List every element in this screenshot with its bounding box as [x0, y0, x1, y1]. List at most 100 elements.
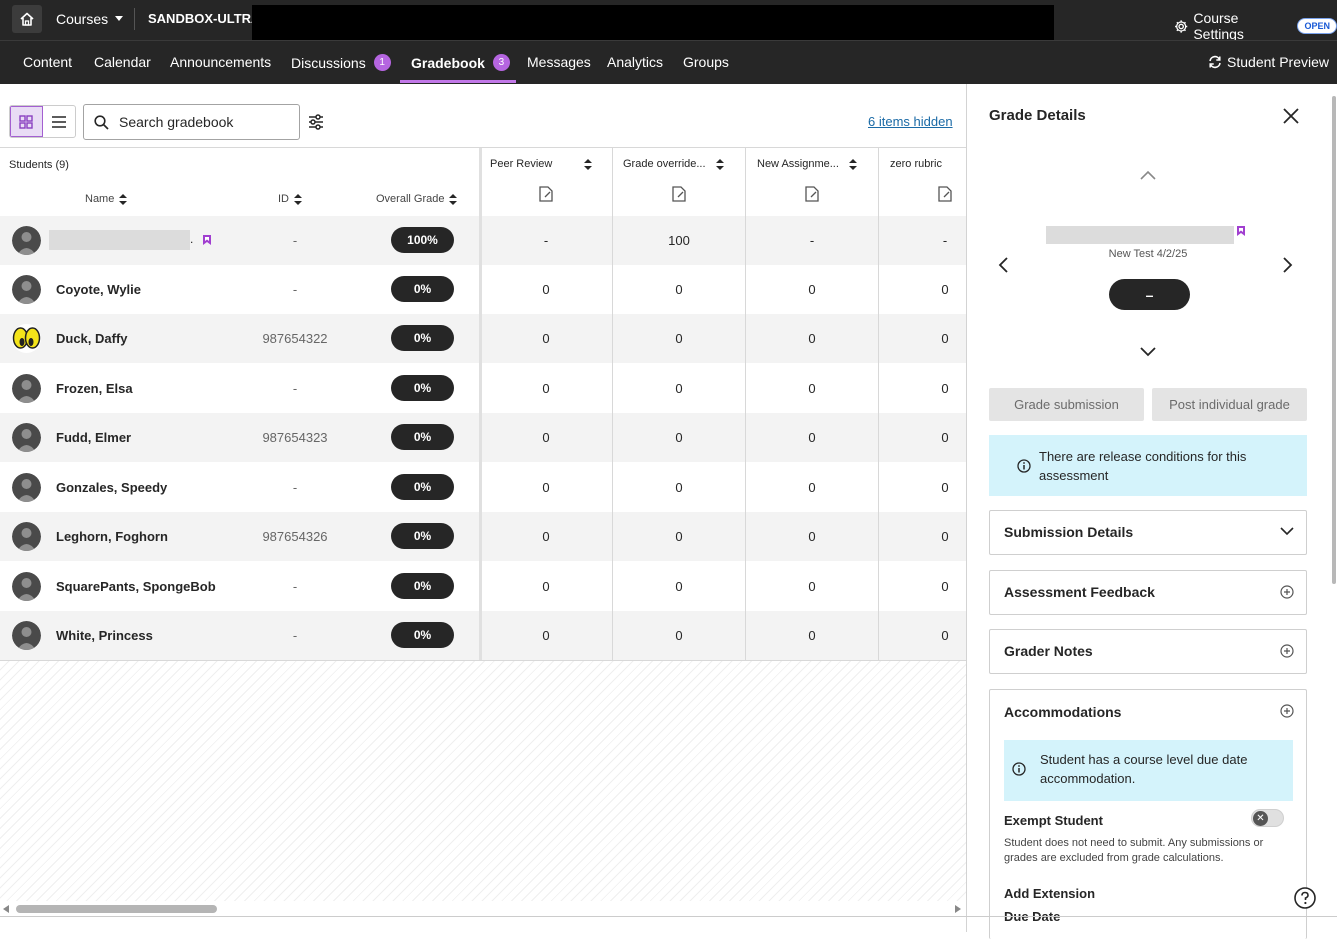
grade-cell[interactable]: 0 [480, 628, 612, 643]
tab-announcements[interactable]: Announcements [170, 54, 271, 70]
grid-view-button[interactable] [10, 106, 43, 137]
grade-value-pill[interactable]: – [1109, 279, 1190, 310]
grid-divider [0, 147, 966, 148]
search-input[interactable]: Search gradebook [83, 104, 300, 140]
table-row[interactable]: White, Princess - 0% 0 0 0 0 [0, 611, 966, 660]
table-row[interactable]: SquarePants, SpongeBob - 0% 0 0 0 0 [0, 562, 966, 611]
chevron-down-icon[interactable] [1140, 347, 1156, 357]
list-view-button[interactable] [43, 106, 75, 137]
student-name[interactable]: Leghorn, Foghorn [56, 529, 168, 544]
column-grade-override[interactable]: Grade override... [623, 158, 724, 170]
home-button[interactable] [12, 5, 42, 33]
grade-cell[interactable]: 100 [613, 233, 745, 248]
grade-cell[interactable]: 0 [480, 480, 612, 495]
post-individual-grade-button[interactable]: Post individual grade [1152, 388, 1307, 421]
student-preview-button[interactable]: Student Preview [1208, 54, 1329, 70]
table-row[interactable]: Frozen, Elsa - 0% 0 0 0 0 [0, 364, 966, 413]
tab-calendar[interactable]: Calendar [94, 54, 151, 70]
grade-cell[interactable]: 0 [613, 529, 745, 544]
student-name[interactable]: Fudd, Elmer [56, 430, 131, 445]
grade-cell[interactable]: 0 [480, 430, 612, 445]
grade-submission-button[interactable]: Grade submission [989, 388, 1144, 421]
chevron-left-icon[interactable] [998, 257, 1008, 273]
course-settings-button[interactable]: Course Settings OPEN [1174, 10, 1337, 42]
student-name[interactable]: Duck, Daffy [56, 331, 128, 346]
section-title[interactable]: Accommodations [1004, 704, 1121, 720]
grade-cell[interactable]: 0 [746, 331, 878, 346]
sort-name-button[interactable]: Name [85, 193, 128, 205]
grade-cell[interactable]: 0 [613, 331, 745, 346]
student-name[interactable]: Coyote, Wylie [56, 282, 141, 297]
table-row[interactable]: Leghorn, Foghorn 987654326 0% 0 0 0 0 [0, 512, 966, 561]
column-zero-rubric[interactable]: zero rubric [890, 158, 942, 170]
grade-cell[interactable]: 0 [746, 381, 878, 396]
chevron-up-icon[interactable] [1140, 170, 1156, 180]
vertical-scroll-thumb[interactable] [1332, 96, 1336, 584]
grade-cell[interactable]: 0 [613, 282, 745, 297]
grade-cell[interactable]: 0 [480, 282, 612, 297]
assessment-feedback-section[interactable]: Assessment Feedback [989, 570, 1307, 615]
id-column-header: ID [278, 193, 289, 205]
grade-cell[interactable]: 0 [613, 628, 745, 643]
student-name[interactable]: SquarePants, SpongeBob [56, 579, 216, 594]
grade-cell[interactable]: 0 [480, 381, 612, 396]
overall-grade-pill[interactable]: 0% [391, 573, 454, 599]
submission-details-section[interactable]: Submission Details [989, 510, 1307, 555]
help-icon[interactable] [1293, 886, 1317, 910]
grade-cell[interactable]: 0 [480, 331, 612, 346]
grade-cell[interactable]: 0 [746, 430, 878, 445]
tab-analytics[interactable]: Analytics [607, 54, 663, 70]
overall-grade-pill[interactable]: 100% [391, 227, 454, 253]
tab-groups[interactable]: Groups [683, 54, 729, 70]
grade-cell[interactable]: 0 [746, 579, 878, 594]
grade-cell[interactable]: - [746, 233, 878, 248]
table-row[interactable]: Duck, Daffy 987654322 0% 0 0 0 0 [0, 314, 966, 363]
tab-content[interactable]: Content [23, 54, 72, 70]
expand-plus-icon[interactable] [1280, 704, 1294, 718]
student-name[interactable]: Gonzales, Speedy [56, 480, 167, 495]
tab-gradebook[interactable]: Gradebook 3 [411, 54, 510, 71]
grade-cell[interactable]: 0 [613, 480, 745, 495]
close-icon[interactable] [1281, 106, 1301, 126]
overall-grade-pill[interactable]: 0% [391, 523, 454, 549]
grade-cell[interactable]: 0 [613, 430, 745, 445]
grade-cell[interactable]: 0 [613, 381, 745, 396]
courses-menu[interactable]: Courses [56, 11, 124, 27]
grade-cell[interactable]: 0 [746, 480, 878, 495]
overall-grade-pill[interactable]: 0% [391, 424, 454, 450]
chevron-right-icon[interactable] [1283, 257, 1293, 273]
grade-cell[interactable]: 0 [613, 579, 745, 594]
scroll-left-icon[interactable] [3, 905, 9, 913]
column-new-assignment[interactable]: New Assignme... [757, 158, 857, 170]
grade-cell[interactable]: 0 [480, 529, 612, 544]
sort-overall-grade-button[interactable]: Overall Grade [376, 193, 458, 205]
table-row[interactable]: Fudd, Elmer 987654323 0% 0 0 0 0 [0, 413, 966, 462]
grade-cell[interactable]: 0 [746, 282, 878, 297]
table-row[interactable]: . - 100% - 100 - - [0, 216, 966, 265]
student-name[interactable]: White, Princess [56, 628, 153, 643]
column-peer-review[interactable]: Peer Review [490, 158, 593, 170]
section-title: Submission Details [1004, 524, 1134, 540]
overall-grade-pill[interactable]: 0% [391, 474, 454, 500]
grade-cell[interactable]: 0 [480, 579, 612, 594]
overall-grade-pill[interactable]: 0% [391, 375, 454, 401]
grade-cell[interactable]: 0 [746, 529, 878, 544]
scroll-right-icon[interactable] [955, 905, 961, 913]
grader-notes-section[interactable]: Grader Notes [989, 629, 1307, 674]
sort-id-button[interactable]: ID [278, 193, 302, 205]
exempt-student-toggle[interactable]: ✕ [1251, 809, 1284, 827]
grade-cell[interactable]: 0 [746, 628, 878, 643]
table-row[interactable]: Coyote, Wylie - 0% 0 0 0 0 [0, 265, 966, 314]
tab-messages[interactable]: Messages [527, 54, 591, 70]
overall-grade-pill[interactable]: 0% [391, 276, 454, 302]
items-hidden-link[interactable]: 6 items hidden [868, 114, 953, 129]
student-id: 987654323 [262, 430, 328, 445]
grade-cell[interactable]: - [480, 233, 612, 248]
overall-grade-pill[interactable]: 0% [391, 325, 454, 351]
horizontal-scroll-thumb[interactable] [16, 905, 217, 913]
table-row[interactable]: Gonzales, Speedy - 0% 0 0 0 0 [0, 463, 966, 512]
tab-discussions[interactable]: Discussions 1 [291, 54, 391, 71]
student-name[interactable]: Frozen, Elsa [56, 381, 133, 396]
filter-icon[interactable] [306, 112, 326, 132]
overall-grade-pill[interactable]: 0% [391, 622, 454, 648]
